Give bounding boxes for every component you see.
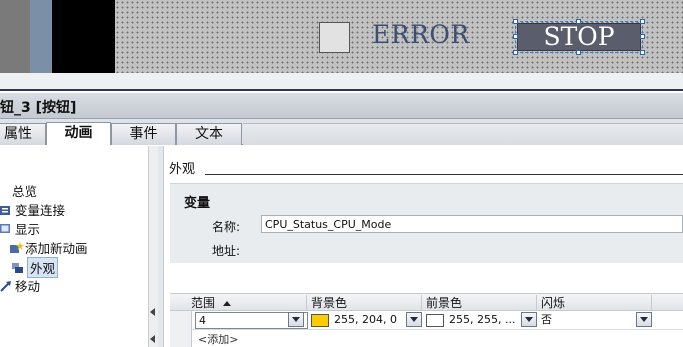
row-header[interactable] [170,311,192,330]
variable-group: 变量 名称: 地址: [170,183,683,263]
tree-item-label: 显示 [15,222,41,237]
appearance-icon [12,262,24,273]
scroll-left-arrow-icon[interactable] [150,308,155,316]
inspector-title: 钮_3 [按钮] [0,100,77,116]
column-header-range[interactable]: 范围 [170,295,307,311]
tree-item-appearance[interactable]: 外观 [12,257,59,278]
panel-splitter[interactable] [158,146,164,347]
bg-color-dropdown-icon[interactable] [406,312,422,327]
tree-item-variable-connection[interactable]: 变量连接 [0,200,65,219]
appearance-panel: 外观 变量 名称: 地址: 范围 背景色 前景色 闪烁 4 255, 204, … [165,146,683,347]
tree-item-label: 添加新动画 [25,241,88,256]
tree-item-label: 总览 [12,184,38,199]
animation-tree: 总览 变量连接 显示 添加新动画 外观 移动 [0,146,148,347]
tree-item-add-animation[interactable]: 添加新动画 [10,238,88,257]
column-header-blink[interactable]: 闪烁 [537,295,652,311]
tab-animation[interactable]: 动画 [46,122,111,145]
table-add-row[interactable]: <添加> [170,330,683,347]
sort-up-icon [223,301,232,306]
name-label: 名称: [212,220,241,234]
tree-item-label: 外观 [27,257,59,278]
tab-bar: 属性 动画 事件 文本 [0,119,683,145]
error-indicator-box[interactable] [319,22,350,53]
tree-item-display[interactable]: 显示 [0,219,40,238]
address-label: 地址: [212,244,241,258]
tab-properties[interactable]: 属性 [0,123,46,145]
row-header [170,330,192,347]
range-dropdown-icon[interactable] [288,312,304,327]
canvas-object-grey[interactable] [0,0,30,73]
fg-color-dropdown-icon[interactable] [521,312,537,327]
canvas-object-blue[interactable] [30,0,52,73]
bg-color-value[interactable]: 255, 204, 0 [334,312,406,329]
section-title: 外观 [169,162,196,177]
blink-value[interactable]: 否 [541,312,631,329]
tab-events[interactable]: 事件 [111,123,176,145]
tree-item-overview[interactable]: 总览 [12,181,37,200]
tree-item-label: 变量连接 [15,203,66,218]
move-icon [0,280,12,292]
table-row[interactable]: 4 255, 204, 0 255, 255, ... 否 [170,311,683,330]
inspector-title-bar: 钮_3 [按钮] [0,93,683,119]
tree-scrollbar[interactable] [148,146,158,347]
variable-group-title: 变量 [184,196,211,211]
tab-bar-filler [243,123,683,145]
appearance-table: 范围 背景色 前景色 闪烁 4 255, 204, 0 255, 255, ..… [170,293,683,347]
tree-item-move[interactable]: 移动 [0,276,40,295]
fg-color-swatch[interactable] [426,314,444,327]
bg-color-swatch[interactable] [311,314,329,327]
display-icon [0,223,12,234]
blink-dropdown-icon[interactable] [636,312,652,327]
variable-name-input[interactable] [261,215,683,233]
tab-texts[interactable]: 文本 [176,123,242,145]
canvas-separator [0,73,683,91]
section-divider [205,174,683,175]
stop-button[interactable]: STOP [517,23,641,51]
variable-icon [0,204,12,215]
canvas-object-black[interactable] [52,0,115,73]
tree-item-label: 移动 [15,279,41,294]
add-animation-icon [10,242,24,253]
screen-canvas[interactable]: ERROR STOP [0,0,683,73]
table-header: 范围 背景色 前景色 闪烁 [170,293,683,311]
column-header-bg-color[interactable]: 背景色 [307,295,422,311]
error-label[interactable]: ERROR [372,20,470,49]
add-row-label[interactable]: <添加> [198,331,238,347]
scroll-left-arrow-icon[interactable] [150,335,155,343]
column-header-fg-color[interactable]: 前景色 [422,295,537,311]
fg-color-value[interactable]: 255, 255, ... [449,312,521,329]
